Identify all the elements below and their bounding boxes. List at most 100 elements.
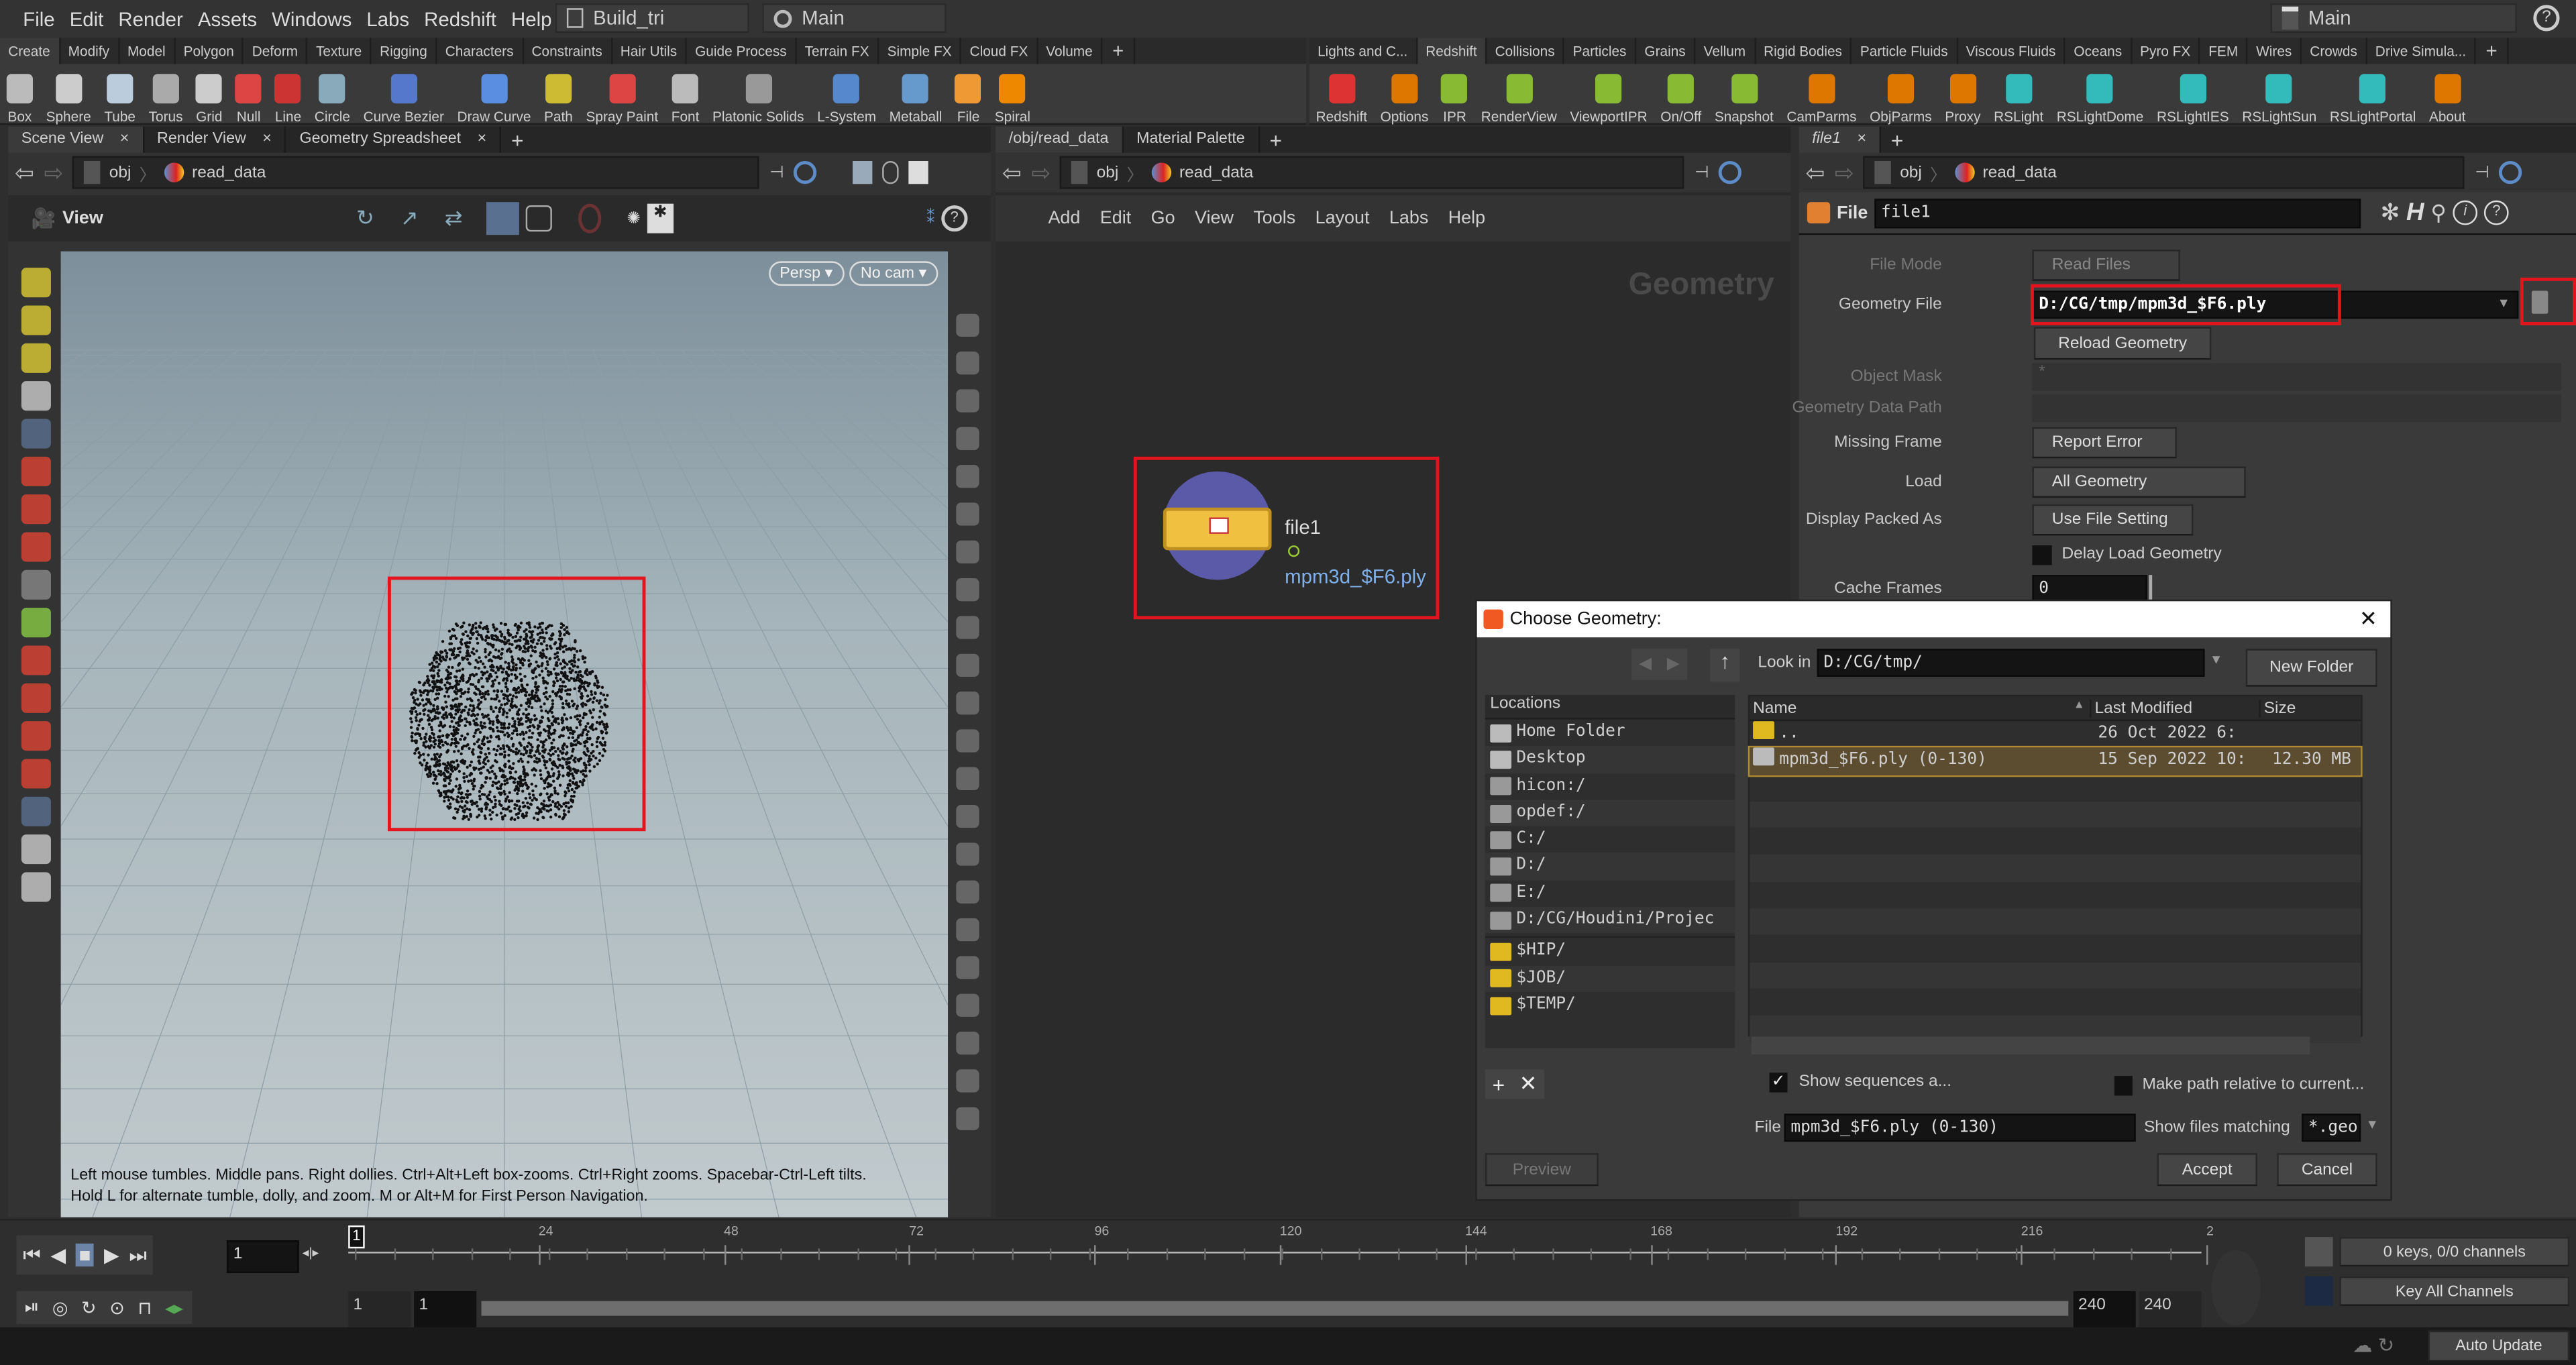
network-menu-edit[interactable]: Edit [1100,209,1131,228]
shelf-tool-tube[interactable]: Tube [98,64,142,125]
shelf-tab-crowds[interactable]: Crowds [2302,38,2367,64]
key-all-channels-menu[interactable]: Key All Channels [2339,1276,2570,1306]
shelf-tool-proxy[interactable]: Proxy [1938,64,1987,125]
zoom-view-icon[interactable] [525,205,551,232]
file-row[interactable]: .. 26 Oct 2022 6: [1750,721,2361,749]
shelf-tab-characters[interactable]: Characters [437,38,524,64]
close-icon[interactable]: × [478,127,487,153]
tool-icon-3[interactable] [21,381,51,411]
display-option-icon-0[interactable] [956,313,979,337]
shelf-tool-renderview[interactable]: RenderView [1474,64,1564,125]
file-mode-menu[interactable]: Read Files [2032,250,2180,281]
column-name[interactable]: Name ▲ [1750,699,2090,717]
shelf-add-tab-icon[interactable]: + [1102,38,1136,64]
shelf-tool-null[interactable]: Null [229,64,268,125]
menu-edit[interactable]: Edit [70,7,104,30]
tab-render-view[interactable]: Render View × [144,126,286,153]
shelf-tool-snapshot[interactable]: Snapshot [1708,64,1780,125]
look-in-dropdown[interactable]: ▼ [2210,652,2222,667]
shelf-tool-rslight[interactable]: RSLight [1987,64,2050,125]
key-icon[interactable] [2211,1250,2261,1326]
add-tab-icon[interactable]: + [501,127,524,152]
display-option-icon-7[interactable] [956,578,979,602]
tool-icon-2[interactable] [21,343,51,373]
display-option-icon-11[interactable] [956,729,979,753]
help-icon[interactable]: ? [2533,5,2560,32]
playback-start-field[interactable]: 1 [414,1291,477,1327]
look-in-field[interactable]: D:/CG/tmp/ [1817,649,2205,677]
tool-icon-5[interactable] [21,456,51,486]
channel-icon[interactable] [2304,1237,2333,1267]
ruler-icon[interactable]: ⊓ [138,1297,152,1318]
tool-icon-15[interactable] [21,834,51,865]
shelf-tab-particles[interactable]: Particles [1564,38,1637,64]
network-menu-go[interactable]: Go [1151,209,1175,228]
range-end-field[interactable]: 240 [2139,1291,2202,1327]
location-item[interactable]: Home Folder [1485,719,1735,747]
desktop-selector[interactable]: Build_tri [555,3,749,33]
shelf-tab-grains[interactable]: Grains [1636,38,1696,64]
location-item[interactable]: D:/CG/Houdini/Projec [1485,907,1735,934]
tool-icon-6[interactable] [21,494,51,525]
shelf-tool-torus[interactable]: Torus [142,64,190,125]
jump-end-icon[interactable]: ⏭ [129,1243,146,1268]
tool-icon-13[interactable] [21,759,51,789]
new-folder-button[interactable]: New Folder [2245,649,2377,687]
global-anim-icon[interactable]: ⊙ [109,1297,125,1318]
shelf-tab-model[interactable]: Model [119,38,176,64]
display-option-icon-9[interactable] [956,653,979,677]
shelf-tool-line[interactable]: Line [268,64,308,125]
shelf-tab-deform[interactable]: Deform [244,38,308,64]
jump-start-icon[interactable]: ⏮ [23,1243,40,1268]
relative-path-checkbox[interactable] [2114,1076,2133,1096]
up-folder-icon[interactable]: ↑ [1710,649,1740,682]
shelf-tab-pyro-fx[interactable]: Pyro FX [2132,38,2200,64]
shelf-tool-rslightportal[interactable]: RSLightPortal [2323,64,2422,125]
menu-render[interactable]: Render [118,7,182,30]
display-option-icon-16[interactable] [956,918,979,942]
filter-field[interactable]: *.geo [2302,1113,2361,1142]
back-icon[interactable]: ⇦ [15,158,34,186]
load-menu[interactable]: All Geometry [2032,466,2246,498]
location-item[interactable]: $TEMP/ [1485,992,1735,1020]
shelf-tab-guide-process[interactable]: Guide Process [687,38,797,64]
search-icon[interactable]: ⚲ [2430,200,2446,226]
shelf-add-tab-icon[interactable]: + [2476,38,2509,64]
persp-menu[interactable]: Persp ▾ [768,261,845,286]
shelf-tool-redshift[interactable]: Redshift [1309,64,1374,125]
context-selector[interactable]: Main [762,3,947,33]
play-reverse-icon[interactable]: ◀ [50,1244,66,1266]
shelf-tab-fem[interactable]: FEM [2200,38,2248,64]
shelf-tab-lights-and-c-[interactable]: Lights and C... [1309,38,1418,64]
forward-icon[interactable]: ⇨ [1031,158,1051,186]
camera-view-icon[interactable] [485,202,519,235]
link-icon[interactable] [1719,161,1742,184]
location-item[interactable]: D:/ [1485,853,1735,881]
display-option-icon-6[interactable] [956,540,979,564]
display-option-icon-20[interactable] [956,1069,979,1093]
shelf-tab-particle-fluids[interactable]: Particle Fluids [1852,38,1958,64]
split-view-icon[interactable]: ⁑ [926,209,934,227]
cancel-button[interactable]: Cancel [2277,1153,2377,1187]
node-name-field[interactable]: file1 [1874,198,2361,228]
shelf-tab-modify[interactable]: Modify [60,38,119,64]
graph-icon[interactable] [2304,1276,2333,1306]
shelf-tab-terrain-fx[interactable]: Terrain FX [796,38,879,64]
display-option-icon-14[interactable] [956,842,979,866]
record-icon[interactable] [577,203,601,233]
shelf-tab-oceans[interactable]: Oceans [2065,38,2132,64]
location-item[interactable]: C:/ [1485,826,1735,854]
close-icon[interactable]: ✕ [2359,606,2377,633]
tab-geometry-spreadsheet[interactable]: Geometry Spreadsheet × [286,126,502,153]
object-mask-field[interactable]: * [2032,363,2561,391]
step-frame-icon[interactable]: ◂|▸ [303,1245,319,1260]
display-option-icon-15[interactable] [956,880,979,904]
shelf-tool-objparms[interactable]: ObjParms [1863,64,1938,125]
display-option-icon-2[interactable] [956,389,979,413]
pin-icon[interactable]: ⊣ [2475,164,2489,182]
tab-scene-view[interactable]: Scene View × [8,126,144,153]
link-icon[interactable] [2499,161,2522,184]
tab-file1[interactable]: file1 × [1799,126,1882,153]
display-option-icon-3[interactable] [956,427,979,451]
network-menu-layout[interactable]: Layout [1316,209,1370,228]
